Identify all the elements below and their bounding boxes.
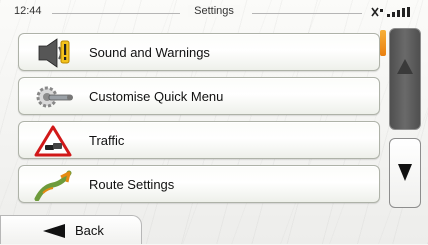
traffic-warning-icon — [34, 125, 72, 157]
back-label: Back — [75, 223, 104, 238]
route-icon — [34, 170, 72, 201]
scroll-up-button[interactable] — [389, 28, 421, 130]
menu-item-sound-and-warnings[interactable]: Sound and Warnings — [18, 33, 380, 71]
menu-item-customise-quick-menu[interactable]: Customise Quick Menu — [18, 77, 380, 115]
menu-item-label: Traffic — [89, 133, 125, 148]
arrow-left-icon — [43, 224, 65, 238]
status-bar: 12:44 Settings — [0, 0, 428, 26]
arrow-down-icon — [398, 164, 412, 181]
scroll-down-button[interactable] — [389, 138, 421, 208]
back-button[interactable]: Back — [0, 215, 142, 244]
speaker-warning-icon — [38, 38, 70, 68]
gps-signal-icon — [371, 7, 410, 17]
page-title: Settings — [0, 5, 428, 17]
gear-wrench-icon — [36, 86, 73, 108]
menu-item-label: Sound and Warnings — [89, 45, 210, 60]
menu-item-label: Customise Quick Menu — [89, 89, 224, 104]
menu-item-traffic[interactable]: Traffic — [18, 121, 380, 159]
arrow-up-icon — [397, 59, 413, 74]
menu-item-label: Route Settings — [89, 177, 175, 192]
scroll-position-indicator — [380, 30, 386, 56]
menu-item-route-settings[interactable]: Route Settings — [18, 165, 380, 203]
